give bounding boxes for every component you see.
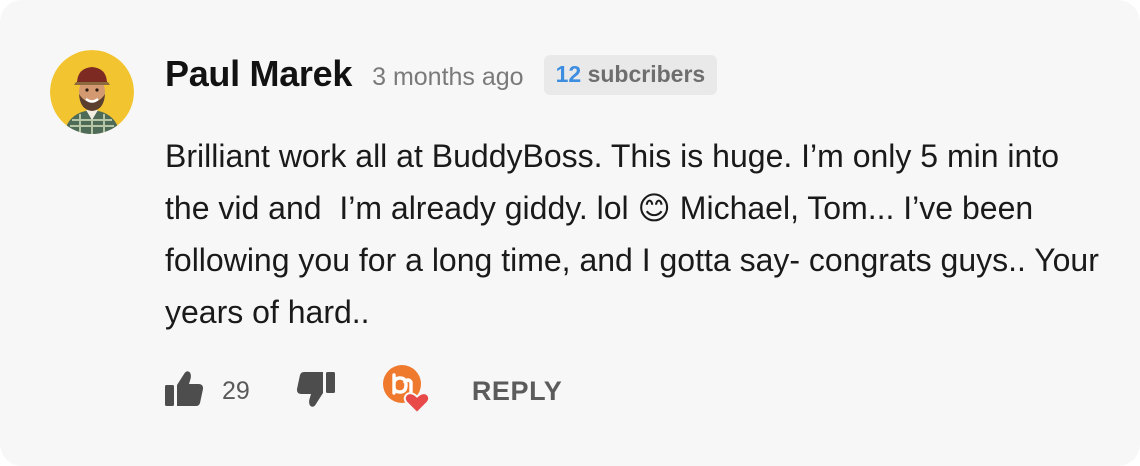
like-count: 29	[222, 376, 250, 405]
author-name[interactable]: Paul Marek	[165, 53, 352, 95]
comment-card: Paul Marek 3 months ago 12 subcribers Br…	[0, 0, 1140, 466]
dislike-button[interactable]	[295, 370, 337, 413]
subscriber-count: 12	[555, 61, 582, 87]
reply-button[interactable]: REPLY	[472, 376, 563, 407]
thumbs-up-icon	[163, 370, 205, 413]
avatar[interactable]	[50, 50, 134, 134]
thumbs-down-icon	[295, 370, 337, 413]
like-button[interactable]	[163, 370, 205, 413]
comment-text: Brilliant work all at BuddyBoss. This is…	[165, 138, 1108, 330]
subscriber-label: subcribers	[587, 61, 706, 87]
avatar-image	[50, 50, 134, 134]
buddyboss-heart-reaction-icon	[380, 363, 432, 420]
comment-actions: 29 REPLY	[163, 364, 563, 416]
comment-header: Paul Marek 3 months ago 12 subcribers	[165, 52, 718, 96]
subscriber-badge: 12 subcribers	[543, 55, 718, 95]
comment-timestamp: 3 months ago	[372, 62, 524, 91]
reaction-button[interactable]	[380, 363, 432, 420]
